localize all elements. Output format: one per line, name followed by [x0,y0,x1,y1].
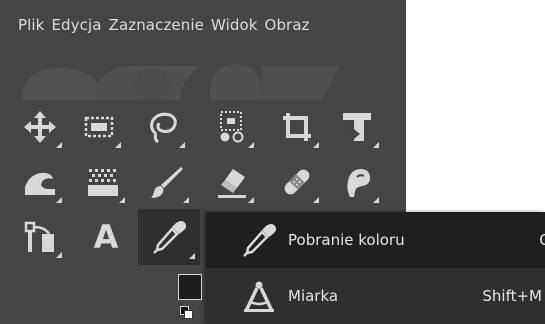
paths-icon [24,221,54,252]
unified-transform-icon [343,113,371,141]
eraser-icon [218,169,246,198]
eyedropper-icon [153,221,186,254]
fg-bg-color-area [176,272,204,324]
paintbrush-icon [151,167,183,198]
foreground-color-swatch[interactable] [178,274,202,300]
bucket-fill-tool[interactable] [76,155,130,209]
move-icon [24,111,56,143]
popup-item-label: Pobranie koloru [288,231,405,249]
popup-item-label: Miarka [288,287,339,305]
bandage-icon [284,169,310,195]
text-tool-glyph: A [93,218,119,256]
popup-item-shortcut: Shift+M [482,287,542,305]
warp-icon [25,172,55,195]
group-indicator-icon [179,142,185,148]
tool-group-popup: Pobranie koloru O Miarka Shift+M [206,212,545,324]
text-tool[interactable]: A [79,210,133,264]
group-indicator-icon [56,197,62,203]
group-indicator-icon [119,197,125,203]
transform-tool[interactable] [330,100,384,154]
lasso-icon [150,112,177,144]
group-indicator-icon [373,197,379,203]
move-tool[interactable] [13,100,67,154]
group-indicator-icon [183,197,189,203]
group-indicator-icon [313,142,319,148]
pattern-fill-icon [88,169,118,196]
rect-select-tool[interactable] [72,100,126,154]
popup-item-color-picker[interactable]: Pobranie koloru O [206,212,545,268]
group-indicator-icon [189,253,195,259]
crop-tool[interactable] [270,100,324,154]
paths-tool[interactable] [13,210,67,264]
fuzzy-select-icon [220,111,244,143]
group-indicator-icon [313,197,319,203]
popup-item-measure[interactable]: Miarka Shift+M [206,268,545,324]
group-indicator-icon [56,142,62,148]
compass-measure-icon [244,281,274,312]
group-indicator-icon [373,142,379,148]
free-select-tool[interactable] [136,100,190,154]
fuzzy-select-tool[interactable] [205,100,259,154]
rectangle-select-icon [84,116,114,138]
eyedropper-icon [243,224,276,257]
group-indicator-icon [56,252,62,258]
eraser-tool[interactable] [205,155,259,209]
popup-item-shortcut: O [539,231,545,249]
group-indicator-icon [248,197,254,203]
warp-transform-tool[interactable] [13,155,67,209]
default-colors-icon[interactable] [180,306,193,319]
heal-tool[interactable] [270,155,324,209]
paintbrush-tool[interactable] [140,155,194,209]
smudge-tool[interactable] [330,155,384,209]
group-indicator-icon [248,142,254,148]
crop-icon [283,113,311,141]
smudge-icon [347,169,370,197]
color-picker-tool[interactable] [138,209,200,265]
group-indicator-icon [115,142,121,148]
